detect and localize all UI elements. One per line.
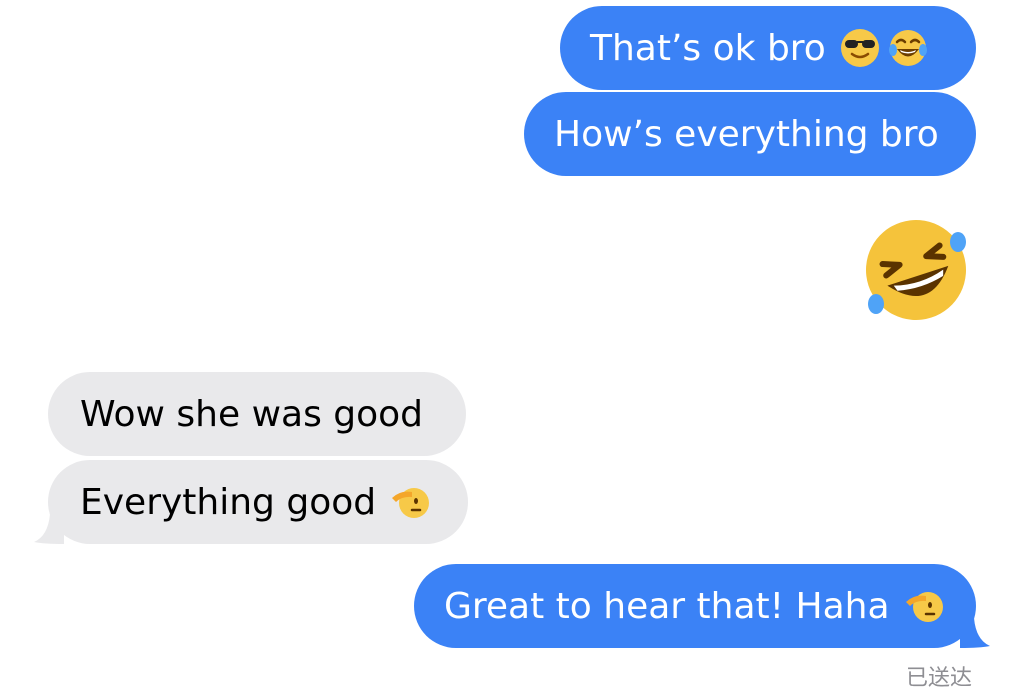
message-text: Wow she was good [80,393,424,435]
message-text: How’s everything bro [554,113,939,155]
face-with-tears-of-joy-icon [888,30,927,66]
saluting-face-icon [905,592,943,622]
message-bubble-sent[interactable]: That’s ok bro [560,6,976,90]
message-text: Great to hear that! Haha [444,585,890,627]
smiling-face-with-sunglasses-icon [840,29,879,67]
delivery-status: 已送达 [905,666,972,691]
rolling-on-the-floor-laughing-icon[interactable] [858,212,974,328]
saluting-face-icon [392,488,430,518]
message-bubble-sent[interactable]: Great to hear that! Haha [414,564,990,648]
message-text: Everything good [80,481,377,523]
bubble-tail [34,514,64,544]
message-bubble-sent[interactable]: How’s everything bro [524,92,976,176]
bubble-tail [960,618,990,648]
message-bubble-received[interactable]: Everything good [34,460,468,544]
message-bubble-received[interactable]: Wow she was good [48,372,466,456]
message-text: That’s ok bro [590,27,826,69]
